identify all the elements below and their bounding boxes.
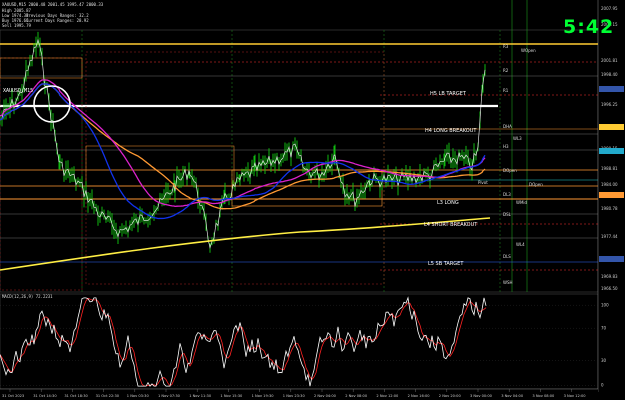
time-tick-label: 3 Nov 04:00 — [501, 394, 524, 398]
level-label: WSH — [503, 280, 513, 285]
time-tick-label: 2 Nov 20:00 — [439, 394, 462, 398]
time-tick-label: 2 Nov 16:00 — [408, 394, 431, 398]
level-label: H4 LONG BREAKOUT — [425, 128, 477, 134]
level-label: WL3 — [513, 136, 522, 141]
price-tick-label: 1996.25 — [601, 102, 618, 107]
time-tick-label: 2 Nov 12:00 — [376, 394, 399, 398]
level-label: DHA — [503, 124, 512, 129]
level-label: WOpen — [521, 48, 536, 53]
oscillator-axis-label: 100 — [601, 303, 609, 308]
chart-window[interactable]: R3 WOpen R2 H5 LB TARGET R1 H4 LONG BREAKOUT D… — [0, 0, 625, 400]
price-tick-label: 1984.00 — [601, 182, 618, 187]
level-label: L4 SHORT BREAKOUT — [424, 222, 478, 228]
price-marker-box — [599, 124, 624, 130]
price-chart[interactable]: R3 WOpen R2 H5 LB TARGET R1 H4 LONG BREAKOUT D… — [0, 0, 625, 400]
level-label: R3 — [503, 44, 509, 49]
time-tick-label: 31 Oct 14:30 — [33, 394, 57, 398]
symbol-label: XAUUSD,M15 — [3, 88, 34, 94]
time-tick-label: 1 Nov 19:30 — [252, 394, 275, 398]
ohlc-line: XAUUSD,M15 2000.48 2001.45 1995.47 2000.… — [2, 2, 104, 7]
level-label: Pivot — [478, 180, 488, 185]
level-label: L5 SB TARGET — [428, 261, 464, 267]
level-label: H5 LB TARGET — [430, 91, 467, 97]
time-tick-label: 1 Nov 11:30 — [189, 394, 212, 398]
oscillator-axis-label: 30 — [601, 358, 607, 363]
price-tick-label: 1980.78 — [601, 206, 618, 211]
oscillator-title: MACD(12,26,9) 72.2231 — [2, 294, 53, 299]
time-tick-label: 1 Nov 23:30 — [283, 394, 306, 398]
level-label: DSL — [503, 212, 512, 217]
time-tick-label: 31 Oct 2023 — [2, 394, 24, 398]
level-label: L3 LONG — [437, 200, 459, 206]
level-label: DOpen — [503, 168, 517, 173]
level-label: WL4 — [516, 242, 525, 247]
price-tick-label: 1966.50 — [601, 286, 618, 291]
time-tick-label: 1 Nov 07:30 — [158, 394, 181, 398]
price-tick-label: 1998.40 — [601, 72, 618, 77]
price-marker-box — [599, 192, 624, 198]
oscillator-axis-label: 70 — [601, 326, 607, 331]
candle-timer: 5:42 — [563, 16, 615, 38]
time-tick-label: 3 Nov 12:00 — [564, 394, 587, 398]
time-tick-label: 3 Nov 08:00 — [532, 394, 555, 398]
price-marker-box — [599, 86, 624, 92]
price-marker-box — [599, 256, 624, 262]
level-label: H3 — [503, 144, 509, 149]
price-tick-label: 2001.81 — [601, 58, 618, 63]
price-tick-label: 1988.81 — [601, 166, 618, 171]
time-tick-label: 2 Nov 08:00 — [345, 394, 368, 398]
time-tick-label: 3 Nov 00:00 — [470, 394, 493, 398]
time-tick-label: 2 Nov 04:00 — [314, 394, 337, 398]
level-label: DL3 — [503, 192, 511, 197]
level-label: R2 — [503, 68, 509, 73]
price-tick-label: 1977.44 — [601, 234, 618, 239]
oscillator-area — [0, 293, 599, 390]
curr-range: Current Days Ranges: 28.92 — [26, 18, 89, 23]
level-label: DLS — [503, 254, 511, 259]
price-marker-box — [599, 148, 624, 154]
time-tick-label: 31 Oct 18:30 — [64, 394, 88, 398]
price-tick-label: 2007.95 — [601, 6, 618, 11]
sell-line: Sell 1995.79 — [2, 23, 31, 28]
time-tick-label: 1 Nov 15:30 — [220, 394, 243, 398]
time-tick-label: 1 Nov 03:30 — [127, 394, 150, 398]
price-tick-label: 1969.83 — [601, 274, 618, 279]
time-tick-label: 31 Oct 22:30 — [96, 394, 120, 398]
level-label: WMid — [516, 200, 528, 205]
level-label: DOpen — [529, 182, 543, 187]
level-label: R1 — [503, 88, 509, 93]
